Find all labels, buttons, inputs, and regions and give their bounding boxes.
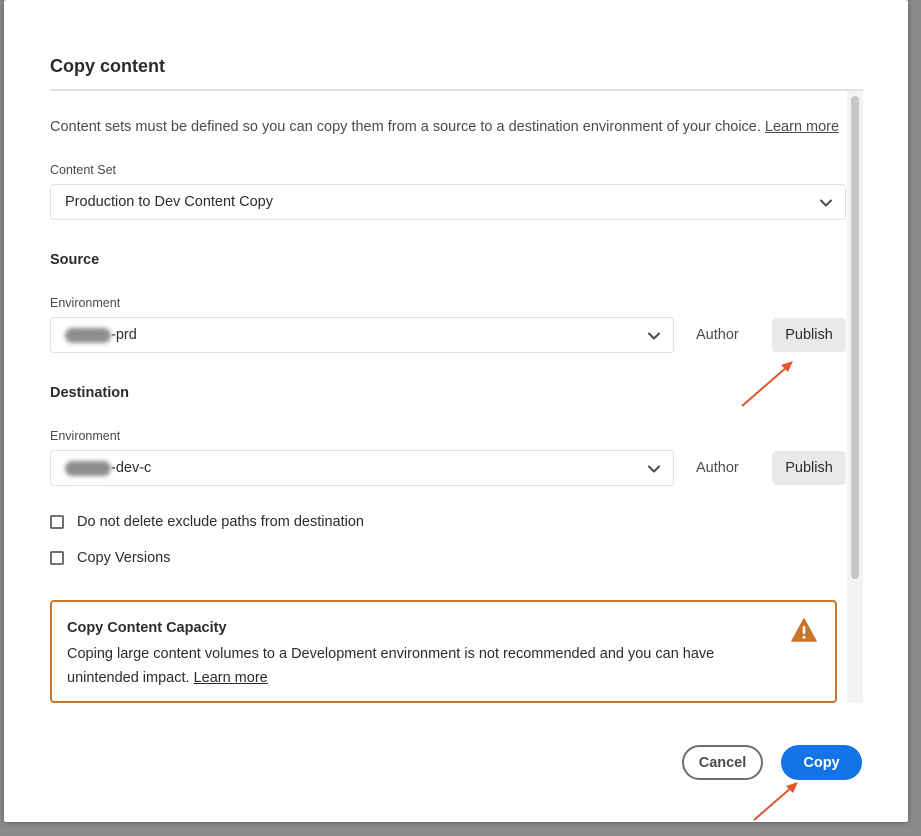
chevron-down-icon [648, 332, 660, 340]
content-set-value: Production to Dev Content Copy [65, 194, 273, 210]
intro-description: Content sets must be defined so you can … [50, 119, 761, 135]
source-environment-label: Environment [50, 296, 121, 310]
copy-versions-label: Copy Versions [77, 550, 171, 566]
source-environment-select[interactable]: -prd [50, 317, 674, 353]
alert-message: Coping large content volumes to a Develo… [67, 646, 715, 686]
dialog-title: Copy content [50, 56, 165, 76]
redacted-name [65, 327, 111, 343]
alert-learn-more-link[interactable]: Learn more [194, 670, 268, 686]
warning-icon [791, 618, 817, 642]
source-section-title: Source [50, 252, 100, 268]
alert-body: Coping large content volumes to a Develo… [67, 642, 757, 690]
content-set-select[interactable]: Production to Dev Content Copy [50, 184, 846, 220]
annotation-arrow-publish [741, 361, 793, 407]
cancel-button[interactable]: Cancel [682, 745, 763, 780]
intro-text: Content sets must be defined so you can … [50, 119, 850, 135]
chevron-down-icon [648, 465, 660, 473]
intro-learn-more-link[interactable]: Learn more [765, 119, 839, 135]
content-scrollbar-thumb[interactable] [851, 96, 859, 579]
exclude-paths-option[interactable]: Do not delete exclude paths from destina… [50, 514, 364, 530]
destination-environment-label: Environment [50, 429, 121, 443]
copy-versions-checkbox[interactable] [50, 551, 64, 565]
chevron-down-icon [820, 199, 832, 207]
copy-versions-option[interactable]: Copy Versions [50, 550, 171, 566]
capacity-alert: Copy Content Capacity Coping large conte… [50, 600, 837, 703]
destination-section-title: Destination [50, 385, 129, 401]
source-author-tier[interactable]: Author [696, 327, 739, 343]
destination-environment-select[interactable]: -dev-c [50, 450, 674, 486]
destination-publish-tier-button[interactable]: Publish [772, 451, 846, 485]
exclude-paths-checkbox[interactable] [50, 515, 64, 529]
source-environment-value: -prd [111, 327, 137, 343]
destination-environment-value: -dev-c [111, 460, 152, 476]
redacted-name [65, 460, 111, 476]
source-publish-tier-button[interactable]: Publish [772, 318, 846, 352]
alert-title: Copy Content Capacity [67, 620, 227, 636]
copy-button[interactable]: Copy [781, 745, 862, 780]
exclude-paths-label: Do not delete exclude paths from destina… [77, 514, 364, 530]
destination-author-tier[interactable]: Author [696, 460, 739, 476]
content-set-label: Content Set [50, 163, 117, 177]
annotation-arrow-copy [753, 782, 798, 821]
